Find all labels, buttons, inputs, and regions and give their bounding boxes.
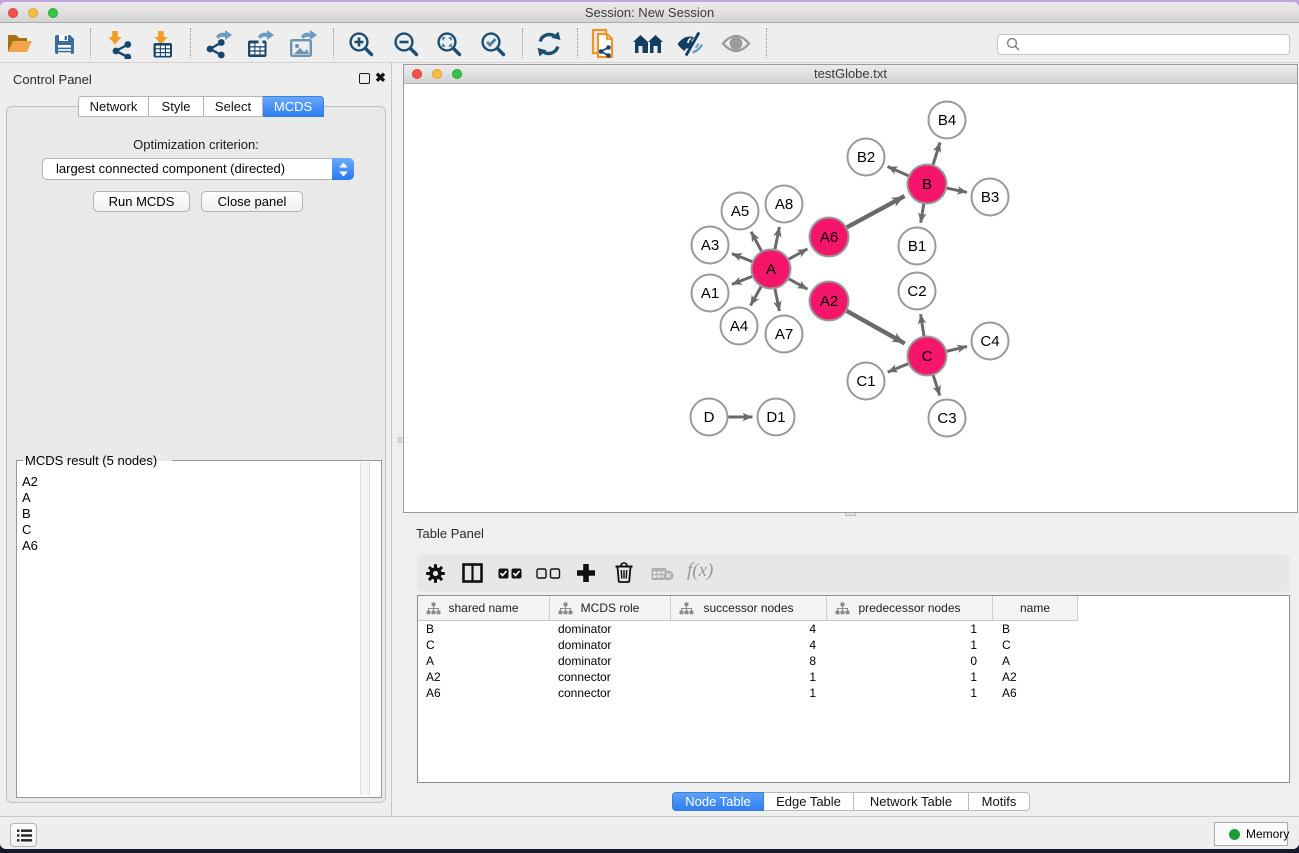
svg-text:C: C xyxy=(922,348,933,365)
svg-text:D1: D1 xyxy=(766,409,785,426)
svg-text:A3: A3 xyxy=(701,237,719,254)
svg-text:A8: A8 xyxy=(775,196,793,213)
svg-text:C3: C3 xyxy=(937,410,956,427)
svg-text:A: A xyxy=(766,261,776,278)
svg-text:B: B xyxy=(922,176,932,193)
svg-text:C4: C4 xyxy=(980,333,999,350)
svg-text:B2: B2 xyxy=(857,149,875,166)
svg-text:C1: C1 xyxy=(856,373,875,390)
svg-text:A4: A4 xyxy=(730,318,748,335)
svg-text:B1: B1 xyxy=(908,238,926,255)
svg-text:C2: C2 xyxy=(907,283,926,300)
svg-text:A1: A1 xyxy=(701,285,719,302)
svg-text:B4: B4 xyxy=(938,112,956,129)
svg-text:A2: A2 xyxy=(820,293,838,310)
svg-text:A6: A6 xyxy=(820,229,838,246)
svg-text:A5: A5 xyxy=(731,203,749,220)
svg-text:A7: A7 xyxy=(775,326,793,343)
svg-text:D: D xyxy=(704,409,715,426)
svg-text:B3: B3 xyxy=(981,189,999,206)
